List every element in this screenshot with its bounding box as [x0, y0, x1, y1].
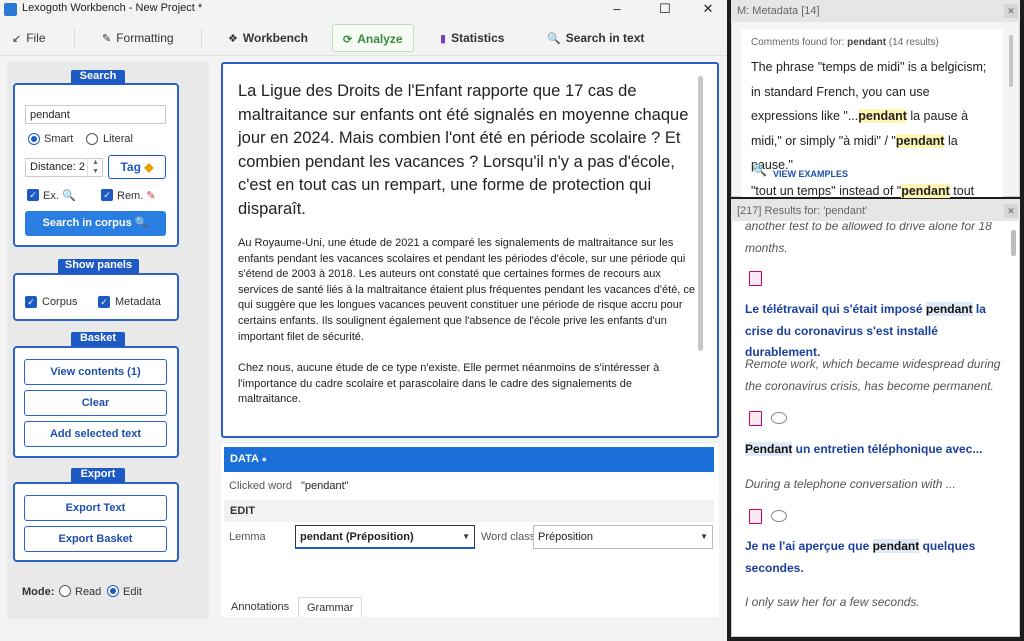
corpus-label: Corpus: [42, 296, 78, 308]
workbench-icon: ❖: [228, 33, 238, 45]
tab-grammar[interactable]: Grammar: [298, 597, 363, 617]
chevron-down-icon: ▼: [700, 532, 708, 541]
edit-mode-label: Edit: [123, 586, 142, 598]
rem-label: Rem. ✎: [117, 190, 156, 202]
close-icon[interactable]: ✕: [1004, 4, 1018, 18]
document-icon[interactable]: [749, 509, 762, 524]
toolbar: ↙ File ✎ Formatting ❖ Workbench ⟳ Analyze ▮ S…: [0, 22, 727, 56]
refresh-icon: ⟳: [343, 34, 353, 46]
clicked-word-value: "pendant": [301, 480, 349, 492]
distance-stepper[interactable]: ▲ ▼: [87, 158, 103, 177]
word-class-dropdown[interactable]: Préposition ▼: [533, 525, 713, 549]
ex-label: Ex. 🔍: [43, 190, 76, 202]
results-list: another test to be allowed to drive alon…: [732, 222, 1008, 636]
mode-label: Mode:: [22, 586, 55, 598]
search-group-title: Search: [71, 70, 125, 85]
tag-button[interactable]: Tag ◆: [108, 155, 166, 179]
search-in-corpus-button[interactable]: Search in corpus 🔍: [25, 211, 166, 236]
bar-chart-icon: ▮: [440, 33, 447, 45]
tab-workbench[interactable]: ❖ Workbench: [218, 24, 318, 52]
tab-formatting[interactable]: ✎ Formatting: [92, 24, 184, 52]
tab-analyze[interactable]: ⟳ Analyze: [332, 24, 414, 52]
result-translation: another test to be allowed to drive alon…: [745, 222, 992, 255]
data-section-header: DATA ●: [224, 447, 714, 472]
document-paragraph[interactable]: Chez nous, aucune étude de ce type n'exi…: [238, 361, 696, 408]
metadata-scrollbar[interactable]: [1009, 35, 1013, 87]
rem-checkbox[interactable]: ✓: [101, 189, 113, 201]
tag-icon: ◆: [144, 160, 154, 174]
word-class-label: Word class: [481, 531, 536, 543]
result-translation: During a telephone conversation with ...: [745, 477, 956, 491]
text-scrollbar[interactable]: [698, 76, 703, 351]
arrow-icon: ↙: [12, 33, 22, 45]
app-logo-icon: [4, 3, 17, 16]
literal-label: Literal: [103, 133, 133, 145]
search-icon: 🔍: [547, 33, 561, 45]
tab-statistics[interactable]: ▮ Statistics: [430, 24, 514, 52]
clear-basket-button[interactable]: Clear: [24, 390, 167, 416]
lemma-dropdown[interactable]: pendant (Préposition) ▼: [295, 525, 475, 549]
metadata-checkbox[interactable]: ✓: [98, 296, 110, 308]
result-sentence[interactable]: Pendant un entretien téléphonique avec..…: [745, 439, 1003, 461]
export-basket-button[interactable]: Export Basket: [24, 526, 167, 552]
title-bar: Lexogoth Workbench - New Project * – ☐ ✕: [0, 0, 727, 19]
literal-radio[interactable]: [86, 133, 98, 145]
chevron-down-icon: ▼: [462, 532, 470, 541]
result-translation: Remote work, which became widespread dur…: [745, 357, 1001, 393]
document-icon[interactable]: [749, 411, 762, 426]
export-text-button[interactable]: Export Text: [24, 495, 167, 521]
search-icon: 🔍: [61, 190, 76, 202]
info-icon: ●: [261, 454, 268, 464]
tab-annotations[interactable]: Annotations: [223, 597, 297, 617]
document-paragraph[interactable]: Au Royaume-Uni, une étude de 2021 a comp…: [238, 236, 696, 345]
comment-icon[interactable]: [771, 412, 787, 424]
smart-radio[interactable]: [28, 133, 40, 145]
read-mode-label: Read: [75, 586, 102, 598]
show-panels-title: Show panels: [58, 259, 139, 274]
basket-title: Basket: [71, 332, 125, 347]
pencil-icon: ✎: [102, 33, 112, 45]
results-scrollbar[interactable]: [1011, 230, 1016, 256]
export-title: Export: [71, 468, 125, 483]
search-icon: 🔍: [752, 163, 767, 177]
comment-icon[interactable]: [771, 510, 787, 522]
metadata-label: Metadata: [115, 296, 161, 308]
window-title: Lexogoth Workbench - New Project *: [22, 2, 203, 14]
metadata-title: M: Metadata [14]: [737, 5, 820, 17]
add-selected-text-button[interactable]: Add selected text: [24, 421, 167, 447]
divider: [201, 28, 202, 48]
smart-label: Smart: [44, 133, 74, 145]
view-examples-link[interactable]: VIEW EXAMPLES: [773, 169, 848, 179]
search-icon: 🔍: [134, 217, 149, 229]
document-icon[interactable]: [749, 271, 762, 286]
read-mode-radio[interactable]: [59, 585, 71, 597]
result-sentence[interactable]: Je ne l'ai aperçue que pendant quelques …: [745, 536, 1003, 579]
metadata-comment: The phrase "temps de midi" is a belgicis…: [751, 60, 987, 172]
corpus-checkbox[interactable]: ✓: [25, 296, 37, 308]
edit-section-header: EDIT: [224, 500, 714, 522]
results-title: [217] Results for: 'pendant': [737, 205, 868, 217]
comments-found-label: Comments found for: pendant (14 results): [751, 37, 939, 48]
clicked-word-label: Clicked word: [229, 480, 292, 492]
edit-mode-radio[interactable]: [107, 585, 119, 597]
note-icon: ✎: [146, 190, 156, 202]
divider: [74, 28, 75, 48]
minimize-button[interactable]: –: [594, 0, 640, 19]
close-icon[interactable]: ✕: [1004, 204, 1018, 218]
metadata-comment: "tout un temps" instead of "pendant tout: [751, 184, 975, 198]
close-button[interactable]: ✕: [685, 0, 731, 19]
tab-file[interactable]: ↙ File: [2, 24, 56, 52]
view-contents-button[interactable]: View contents (1): [24, 359, 167, 385]
search-input[interactable]: [25, 105, 166, 124]
ex-checkbox[interactable]: ✓: [27, 189, 39, 201]
result-translation: I only saw her for a few seconds.: [745, 595, 920, 609]
lemma-label: Lemma: [229, 531, 266, 543]
tab-search-in-text[interactable]: 🔍 Search in text: [537, 24, 654, 52]
document-headline[interactable]: La Ligue des Droits de l'Enfant rapporte…: [238, 80, 698, 221]
maximize-button[interactable]: ☐: [642, 0, 688, 19]
